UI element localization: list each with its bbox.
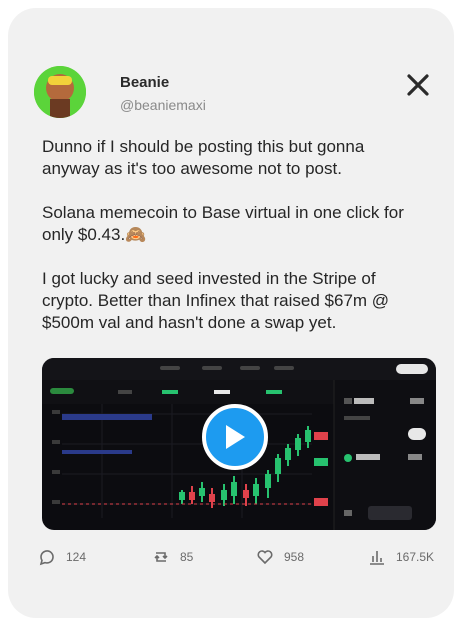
post-paragraph: I got lucky and seed invested in the Str… xyxy=(42,269,390,332)
video-thumbnail[interactable] xyxy=(42,358,436,530)
post-card: Beanie @beaniemaxi Dunno if I should be … xyxy=(8,8,454,618)
repost-button[interactable]: 85 xyxy=(152,548,193,566)
view-count: 167.5K xyxy=(396,550,435,564)
views-button[interactable]: 167.5K xyxy=(368,548,434,566)
author-name[interactable]: Beanie xyxy=(120,74,169,91)
like-count: 958 xyxy=(284,550,305,564)
reply-icon xyxy=(39,550,54,566)
repost-count: 85 xyxy=(180,550,194,564)
author-handle[interactable]: @beaniemaxi xyxy=(120,97,206,113)
reply-button[interactable]: 124 xyxy=(38,548,86,566)
author-avatar[interactable] xyxy=(34,66,86,118)
heart-icon xyxy=(257,550,273,565)
engagement-bar: 124 85 958 167.5K xyxy=(38,548,438,572)
post-paragraph: Dunno if I should be posting this but go… xyxy=(42,137,365,178)
play-button[interactable] xyxy=(202,404,268,470)
post-paragraph: Solana memecoin to Base virtual in one c… xyxy=(42,203,404,244)
post-header: Beanie @beaniemaxi xyxy=(34,66,429,122)
play-icon xyxy=(226,425,245,449)
post-text: Dunno if I should be posting this but go… xyxy=(42,136,422,356)
repost-icon xyxy=(154,552,168,562)
reply-count: 124 xyxy=(66,550,87,564)
like-button[interactable]: 958 xyxy=(256,548,304,566)
views-chart-icon xyxy=(370,551,384,565)
x-logo-icon[interactable] xyxy=(407,74,429,96)
